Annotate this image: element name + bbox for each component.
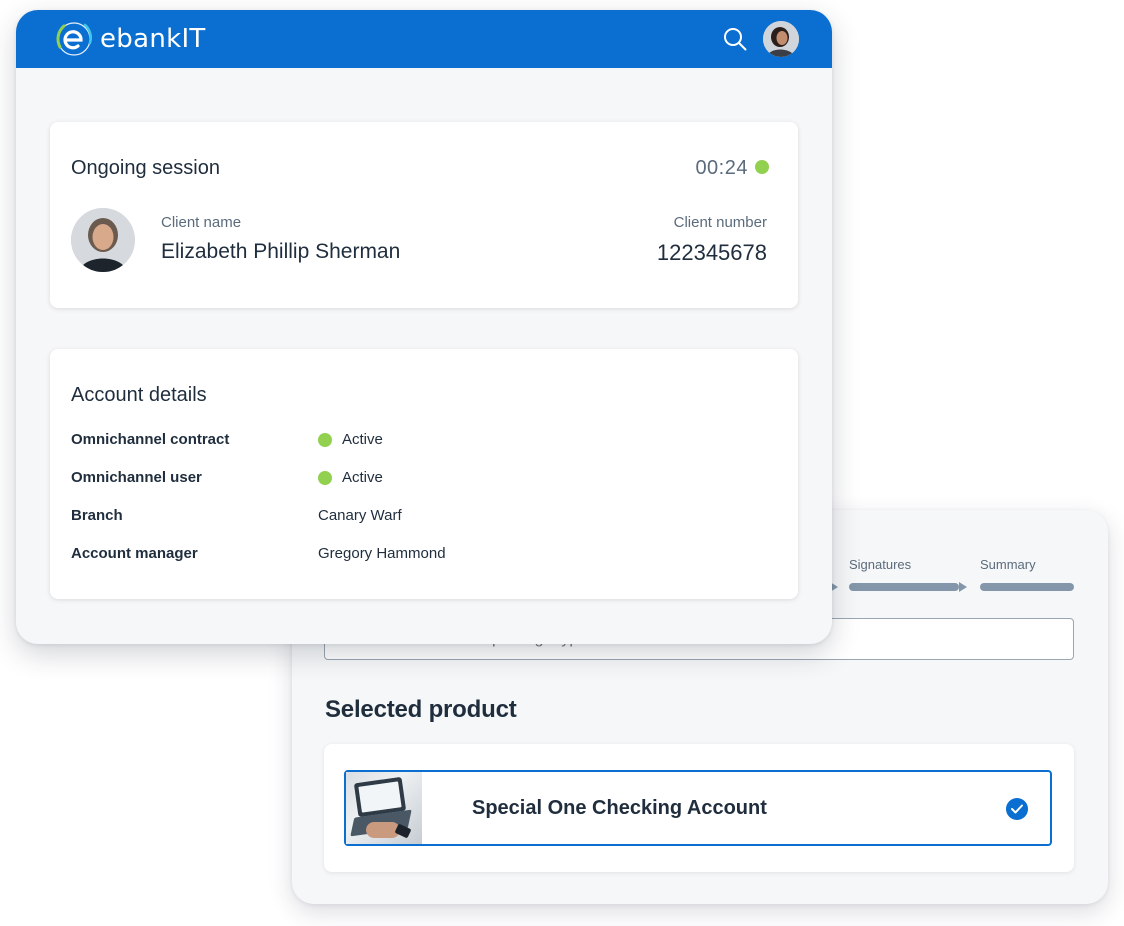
client-number-value: 122345678 — [656, 240, 767, 265]
selected-product-panel: Special One Checking Account — [324, 744, 1074, 872]
detail-row-omnichannel-user: Omnichannel user Active — [71, 469, 771, 491]
account-details-card: Account details Omnichannel contract Act… — [50, 349, 798, 599]
detail-label: Branch — [71, 507, 123, 524]
detail-row-omnichannel-contract: Omnichannel contract Active — [71, 431, 771, 453]
detail-label: Account manager — [71, 545, 198, 562]
detail-row-branch: Branch Canary Warf — [71, 507, 771, 529]
client-avatar — [71, 208, 135, 272]
session-window: ebankIT Ongoing session 00:24 Client nam… — [16, 10, 832, 644]
step-progress-signatures — [849, 583, 959, 591]
session-status-dot — [755, 160, 769, 174]
ongoing-session-card: Ongoing session 00:24 Client name Elizab… — [50, 122, 798, 308]
ebankit-logo[interactable]: ebankIT — [52, 17, 206, 61]
user-avatar-icon — [763, 21, 799, 57]
step-arrow-icon — [959, 582, 967, 592]
client-number-label: Client number — [673, 214, 767, 231]
client-photo-icon — [71, 208, 135, 272]
product-thumbnail — [346, 772, 422, 844]
top-bar: ebankIT — [16, 10, 832, 68]
logo-text: ebankIT — [100, 24, 206, 54]
product-name: Special One Checking Account — [472, 796, 767, 819]
step-label-signatures[interactable]: Signatures — [849, 557, 911, 572]
client-name-label: Client name — [161, 214, 242, 231]
detail-value: Canary Warf — [318, 507, 402, 524]
screen: Signatures Summary Selected product Spec… — [0, 0, 1124, 926]
detail-label: Omnichannel contract — [71, 431, 230, 448]
status-text: Active — [342, 431, 383, 448]
detail-row-account-manager: Account manager Gregory Hammond — [71, 545, 771, 567]
session-timer: 00:24 — [695, 157, 748, 179]
step-label-summary[interactable]: Summary — [980, 557, 1036, 572]
client-name-value: Elizabeth Phillip Sherman — [161, 240, 401, 263]
step-progress-summary — [980, 583, 1074, 591]
status-text: Active — [342, 469, 383, 486]
ebankit-logo-icon — [56, 22, 93, 56]
search-icon[interactable] — [722, 26, 748, 52]
product-option-special-one-checking[interactable]: Special One Checking Account — [344, 770, 1052, 846]
active-status-dot — [318, 470, 332, 485]
user-avatar[interactable] — [763, 21, 799, 57]
session-title: Ongoing session — [71, 157, 220, 179]
detail-value: Gregory Hammond — [318, 545, 446, 562]
detail-value: Active — [318, 431, 383, 448]
selected-product-title: Selected product — [325, 696, 517, 723]
detail-label: Omnichannel user — [71, 469, 202, 486]
check-circle-icon[interactable] — [1006, 798, 1028, 820]
account-details-title: Account details — [71, 384, 207, 406]
detail-value: Active — [318, 469, 383, 486]
active-status-dot — [318, 432, 332, 447]
